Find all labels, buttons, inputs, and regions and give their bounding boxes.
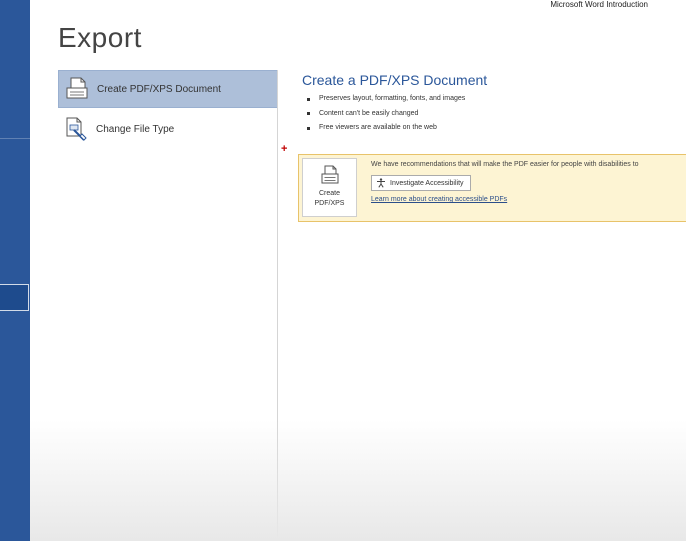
accessibility-checker-icon	[377, 178, 385, 188]
nav-item-label: Create PDF/XPS Document	[97, 83, 221, 95]
bottom-fade-overlay	[30, 420, 686, 541]
pane-divider	[277, 70, 278, 541]
change-file-type-icon	[62, 116, 90, 142]
window-title: Microsoft Word Introduction	[550, 0, 648, 9]
create-pdf-xps-label-line2: PDF/XPS	[314, 200, 345, 207]
list-item-text: Preserves layout, formatting, fonts, and…	[319, 95, 466, 103]
list-item: Content can't be easily changed	[307, 107, 465, 122]
notice-text: We have recommendations that will make t…	[371, 161, 639, 168]
nav-item-create-pdf-xps[interactable]: Create PDF/XPS Document	[58, 70, 278, 108]
list-item-text: Content can't be easily changed	[319, 109, 419, 117]
page-title: Export	[58, 22, 142, 53]
bullet-icon	[307, 112, 310, 116]
bullet-icon	[307, 126, 310, 130]
bullet-icon	[307, 97, 310, 101]
create-pdf-xps-label-line1: Create	[318, 190, 340, 197]
nav-item-label: Change File Type	[96, 123, 175, 135]
list-item: Preserves layout, formatting, fonts, and…	[307, 92, 465, 107]
rail-divider	[0, 138, 30, 139]
cursor-crosshair-icon: +	[281, 143, 288, 155]
investigate-accessibility-label: Investigate Accessibility	[390, 179, 464, 187]
export-options-nav: Create PDF/XPS Document Change File Type	[58, 70, 278, 150]
create-pdf-xps-button[interactable]: Create PDF/XPS	[302, 158, 357, 217]
section-title: Create a PDF/XPS Document	[302, 72, 488, 88]
nav-item-change-file-type[interactable]: Change File Type	[58, 110, 278, 148]
list-item: Free viewers are available on the web	[307, 121, 465, 136]
backstage-left-rail	[0, 0, 30, 541]
learn-more-accessible-pdfs-link[interactable]: Learn more about creating accessible PDF…	[371, 196, 507, 203]
rail-selected-item-export[interactable]	[0, 284, 29, 311]
pdf-document-icon	[63, 76, 91, 102]
list-item-text: Free viewers are available on the web	[319, 124, 437, 132]
investigate-accessibility-button[interactable]: Investigate Accessibility	[371, 175, 471, 191]
feature-list: Preserves layout, formatting, fonts, and…	[307, 92, 465, 136]
pdf-document-icon	[321, 165, 338, 184]
